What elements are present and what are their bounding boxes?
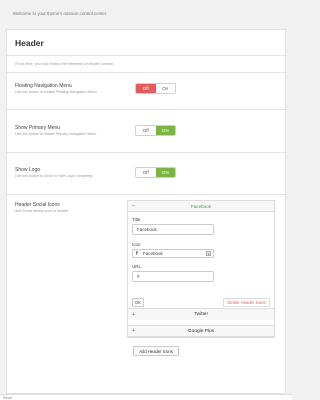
icon-field-label: Icon: [132, 242, 141, 247]
toggle-off-option[interactable]: Off: [136, 168, 156, 177]
toggle-on-option[interactable]: On: [156, 84, 176, 93]
option-label-floating-nav: Floating Navigation Menu: [15, 83, 72, 89]
floating-nav-toggle[interactable]: Off On: [135, 83, 176, 94]
show-logo-toggle[interactable]: Off ON: [135, 167, 176, 178]
reset-button[interactable]: Reset: [3, 396, 12, 400]
option-label-primary-menu: Show Primary Menu: [15, 125, 61, 131]
add-header-icons-button[interactable]: Add Header Icons: [133, 346, 179, 356]
accordion-title: Facebook: [190, 203, 212, 209]
accordion-header-google-plus[interactable]: + Google Plus: [128, 325, 274, 337]
divider: [7, 72, 285, 73]
chevron-down-icon[interactable]: ▾: [206, 251, 211, 256]
ok-button[interactable]: OK: [132, 298, 144, 307]
icon-select[interactable]: f Facebook ▾: [132, 249, 214, 258]
option-desc-floating-nav: Use this button to enable Floating Navig…: [15, 90, 98, 94]
divider: [7, 194, 285, 195]
title-field-label: Title: [132, 217, 141, 222]
welcome-text: Welcome to your theme's mission control …: [13, 11, 108, 16]
collapse-icon[interactable]: −: [132, 203, 135, 209]
accordion-body-facebook: Title Facebook Icon f Facebook ▾ URL # O…: [128, 212, 274, 308]
option-desc-social-icons: Add Social Media icons in header.: [15, 209, 70, 213]
option-desc-show-logo: Use this button to Show or Hide Logo com…: [15, 174, 94, 178]
expand-icon[interactable]: +: [132, 328, 135, 334]
toggle-off-option[interactable]: Off: [136, 126, 156, 135]
toggle-on-option[interactable]: ON: [155, 168, 175, 177]
footer-bar: [0, 394, 292, 400]
delete-header-icon-button[interactable]: Delete Header Icons: [223, 298, 270, 307]
option-label-show-logo: Show Logo: [15, 167, 41, 173]
primary-menu-toggle[interactable]: Off ON: [135, 125, 176, 136]
toggle-off-option[interactable]: Off: [136, 84, 156, 93]
section-title: Header: [15, 38, 44, 48]
url-field-label: URL: [132, 264, 142, 269]
divider: [7, 109, 285, 110]
section-intro: From here, you can control the elements …: [15, 62, 115, 66]
expand-icon[interactable]: +: [132, 312, 135, 318]
divider: [7, 55, 285, 56]
accordion-title: Twitter: [193, 312, 209, 317]
accordion-header-facebook[interactable]: − Facebook: [128, 201, 274, 212]
option-desc-primary-menu: Use this button to enable Primary Naviga…: [15, 132, 98, 136]
facebook-icon: f: [136, 250, 138, 257]
option-label-social-icons: Header Social Icons: [15, 202, 60, 208]
accordion-header-twitter[interactable]: + Twitter: [128, 308, 274, 320]
divider: [7, 152, 285, 153]
title-input[interactable]: Facebook: [132, 224, 214, 235]
url-input[interactable]: #: [132, 271, 214, 282]
toggle-on-option[interactable]: ON: [155, 126, 175, 135]
accordion-title: Google Plus: [187, 328, 215, 334]
icon-select-value: Facebook: [143, 251, 163, 256]
social-icons-accordion: − Facebook Title Facebook Icon f Faceboo…: [127, 200, 275, 338]
